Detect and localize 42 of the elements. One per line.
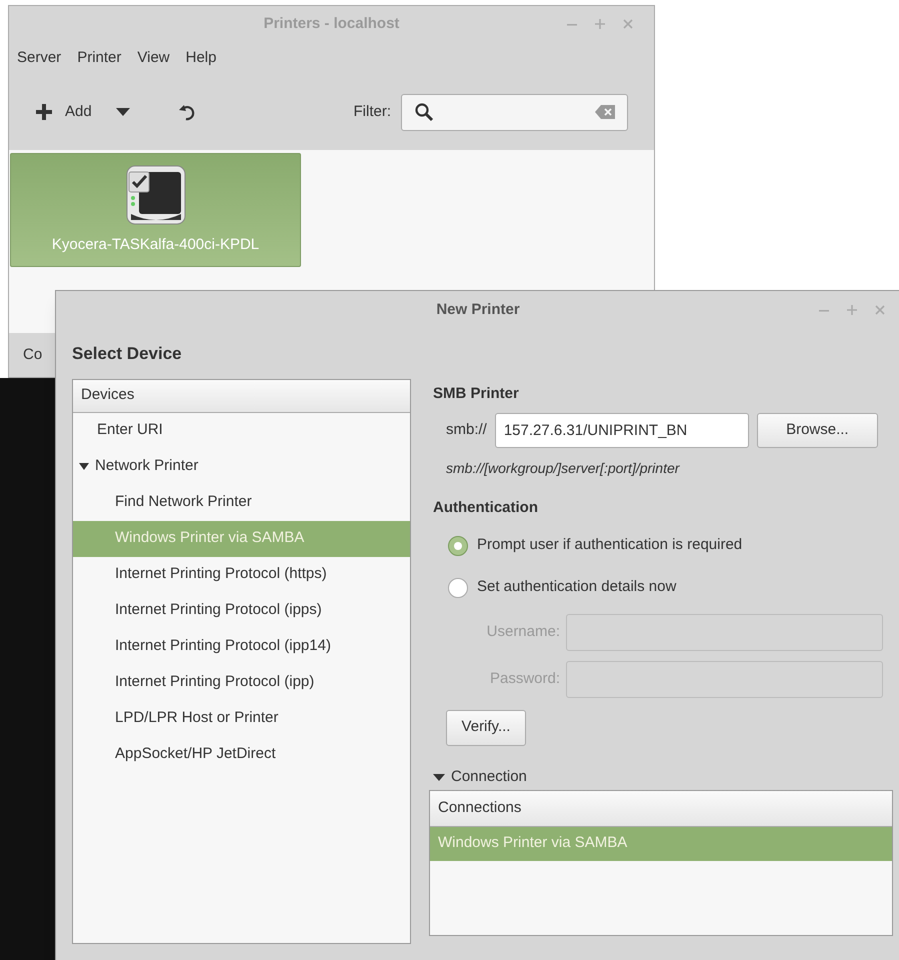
row-label: Network Printer (95, 456, 198, 476)
maximize-icon[interactable] (846, 304, 858, 316)
plus-icon (35, 103, 53, 121)
device-row[interactable]: Network Printer (73, 448, 410, 484)
section-heading: SMB Printer (432, 384, 520, 404)
clear-icon[interactable] (595, 105, 615, 119)
dialog-title: New Printer (436, 300, 520, 320)
device-row[interactable]: LPD/LPR Host or Printer (73, 700, 410, 736)
section-heading: Select Device (71, 343, 183, 365)
device-row[interactable]: Internet Printing Protocol (ipp) (73, 664, 410, 700)
section-heading: Authentication (432, 498, 539, 518)
printer-icon (124, 164, 186, 226)
device-row[interactable]: AppSocket/HP JetDirect (73, 736, 410, 772)
filter-label: Filter: (354, 102, 391, 122)
expanded-arrow-icon[interactable] (79, 462, 89, 470)
menu-item[interactable]: View (137, 46, 170, 70)
printer-name: Kyocera-TASKalfa-400ci-KPDL (52, 234, 260, 255)
field-label: smb:// (446, 420, 487, 440)
field-label: Password: (488, 668, 560, 689)
device-row[interactable]: Internet Printing Protocol (ipp14) (73, 628, 410, 664)
menu-item[interactable]: Help (186, 46, 216, 70)
connection-expander[interactable]: Connection (429, 766, 898, 790)
device-row[interactable]: Internet Printing Protocol (ipps) (73, 592, 410, 628)
menu-item[interactable]: Server (17, 46, 62, 70)
field-label: Username: (486, 622, 560, 642)
smb-address-field[interactable]: 157.27.6.31/UNIPRINT_BN (494, 413, 749, 448)
search-icon (414, 102, 434, 122)
device-row[interactable]: Internet Printing Protocol (https) (73, 556, 410, 592)
browse-button[interactable]: Browse... (756, 413, 878, 448)
add-button[interactable]: Add (35, 100, 92, 124)
close-icon[interactable] (874, 304, 886, 316)
device-row[interactable]: Find Network Printer (73, 484, 410, 520)
dropdown-caret-icon[interactable] (116, 108, 130, 116)
status-text: Co (23, 344, 42, 365)
window-title: Printers - localhost (264, 14, 400, 34)
device-row[interactable]: Enter URI (73, 412, 410, 448)
maximize-icon[interactable] (594, 18, 606, 30)
menu-item[interactable]: Printer (77, 46, 122, 70)
expanded-arrow-icon[interactable] (433, 774, 445, 782)
address-hint: smb://[workgroup/]server[:port]/printer (445, 459, 681, 478)
filter-field[interactable] (401, 94, 628, 130)
close-icon[interactable] (622, 18, 634, 30)
